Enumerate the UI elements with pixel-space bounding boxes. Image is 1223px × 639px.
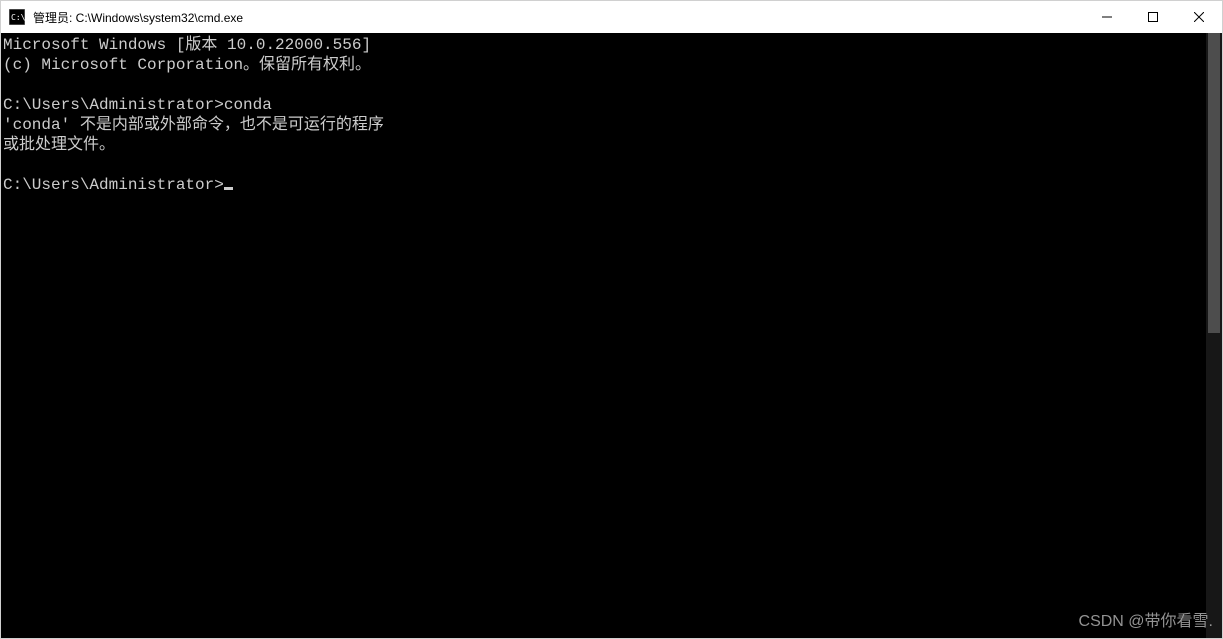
minimize-button[interactable] — [1084, 1, 1130, 33]
window-title: 管理员: C:\Windows\system32\cmd.exe — [33, 9, 1084, 26]
terminal-line: C:\Users\Administrator> — [3, 175, 1206, 195]
terminal-line: 'conda' 不是内部或外部命令，也不是可运行的程序 — [3, 115, 1206, 135]
terminal-line: Microsoft Windows [版本 10.0.22000.556] — [3, 35, 1206, 55]
scrollbar-track[interactable] — [1206, 33, 1222, 638]
terminal-output[interactable]: Microsoft Windows [版本 10.0.22000.556](c)… — [1, 33, 1206, 638]
cmd-window: C:\ 管理员: C:\Windows\system32\cmd.exe Mic… — [0, 0, 1223, 639]
scrollbar-thumb[interactable] — [1208, 33, 1220, 333]
svg-text:C:\: C:\ — [11, 13, 25, 22]
maximize-button[interactable] — [1130, 1, 1176, 33]
cursor — [224, 187, 233, 190]
cmd-icon: C:\ — [9, 9, 25, 25]
terminal-line: C:\Users\Administrator>conda — [3, 95, 1206, 115]
terminal-line: (c) Microsoft Corporation。保留所有权利。 — [3, 55, 1206, 75]
terminal-area: Microsoft Windows [版本 10.0.22000.556](c)… — [1, 33, 1222, 638]
window-controls — [1084, 1, 1222, 33]
terminal-line — [3, 155, 1206, 175]
close-button[interactable] — [1176, 1, 1222, 33]
terminal-line — [3, 75, 1206, 95]
terminal-line: 或批处理文件。 — [3, 135, 1206, 155]
titlebar[interactable]: C:\ 管理员: C:\Windows\system32\cmd.exe — [1, 1, 1222, 33]
